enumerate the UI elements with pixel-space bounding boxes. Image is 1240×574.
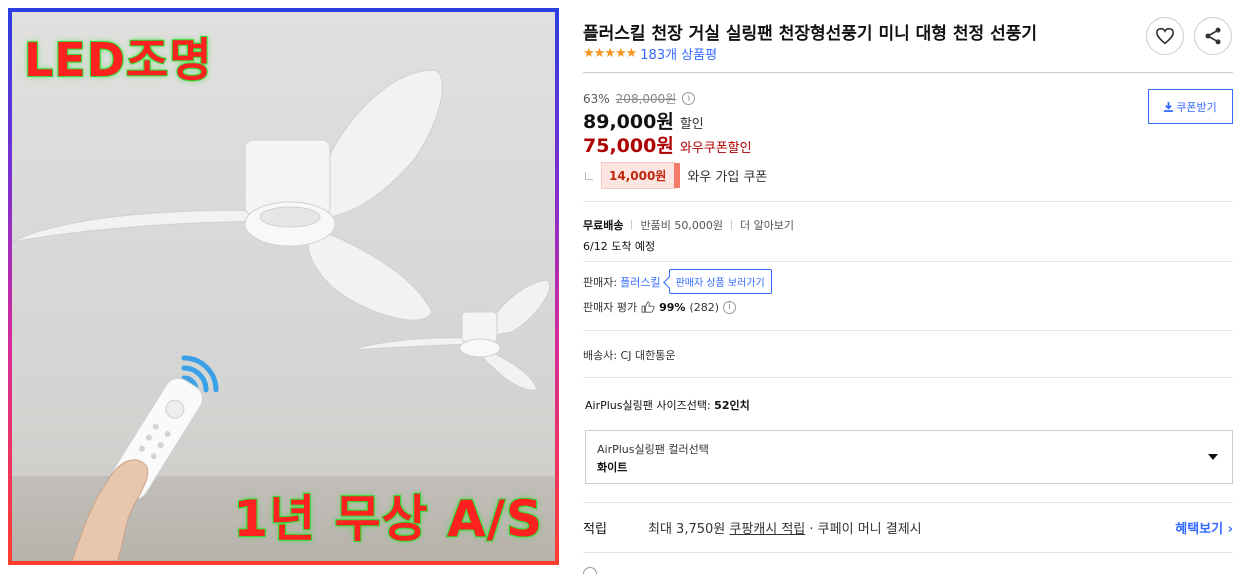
divider <box>583 72 1233 73</box>
sale-price: 89,000원 <box>583 111 674 133</box>
sale-price-suffix: 할인 <box>679 117 704 132</box>
seller-products-tooltip[interactable]: 판매자 상품 보러가기 <box>668 269 772 294</box>
separator <box>631 220 633 230</box>
share-icon <box>1205 27 1221 45</box>
wow-price: 75,000원 <box>583 135 674 157</box>
corner-bracket-icon <box>585 171 593 180</box>
size-option-value: 52인치 <box>714 399 750 412</box>
get-coupon-button[interactable]: 쿠폰받기 <box>1148 89 1233 124</box>
separator <box>730 220 732 230</box>
free-shipping-label: 무료배송 <box>583 219 624 232</box>
seller-rating-percent: 99% <box>659 300 686 314</box>
heart-icon <box>1155 27 1175 45</box>
rating-row: ★★★★★ 183개 상품평 <box>583 44 717 63</box>
coupon-label: 와우 가입 쿠폰 <box>687 170 768 185</box>
next-section-peek <box>583 567 597 574</box>
points-text: 최대 3,750원 쿠팡캐시 적립 · 쿠페이 머니 결제시 <box>648 518 922 537</box>
seller-rating-row: 판매자 평가 99% (282) i <box>583 299 737 315</box>
wow-price-suffix: 와우쿠폰할인 <box>679 141 752 156</box>
points-condition: · 쿠페이 머니 결제시 <box>809 522 922 537</box>
seller-info-icon[interactable]: i <box>723 300 737 314</box>
product-image[interactable]: LED조명 1년 무상 A/S <box>8 8 559 565</box>
promo-warranty-label: 1년 무상 A/S <box>232 489 543 549</box>
size-selection: AirPlus실링팬 사이즈선택: 52인치 <box>585 397 750 413</box>
wishlist-button[interactable] <box>1146 17 1184 55</box>
points-amount: 최대 3,750원 <box>648 522 726 537</box>
download-icon <box>1164 101 1174 112</box>
star-rating: ★★★★★ <box>583 46 637 61</box>
return-fee: 반품비 50,000원 <box>640 219 723 232</box>
wow-price-row: 75,000원 와우쿠폰할인 <box>583 131 752 158</box>
review-count-link[interactable]: 183개 상품평 <box>640 44 717 63</box>
seller-row: 판매자: 플러스킬 판매자 상품 보러가기 <box>583 269 772 294</box>
divider <box>583 330 1233 331</box>
get-coupon-label: 쿠폰받기 <box>1176 101 1217 114</box>
color-option-label: AirPlus실링팬 컬러선택 <box>597 443 709 456</box>
color-option-dropdown[interactable]: AirPlus실링팬 컬러선택 화이트 <box>585 430 1233 484</box>
color-option-value: 화이트 <box>597 461 628 474</box>
coupon-row: 14,000원 와우 가입 쿠폰 <box>583 162 767 189</box>
original-price: 208,000원 <box>615 92 677 106</box>
discount-rate: 63% <box>583 91 610 106</box>
arrival-date: 6/12 도착 예정 <box>583 240 656 253</box>
product-image-canvas: LED조명 1년 무상 A/S <box>12 12 555 561</box>
coupon-amount-badge: 14,000원 <box>601 162 681 189</box>
points-row: 적립 최대 3,750원 쿠팡캐시 적립 · 쿠페이 머니 결제시 혜택보기 › <box>583 518 1233 537</box>
chevron-down-icon <box>1208 454 1218 460</box>
hand <box>71 459 149 561</box>
seller-name-link[interactable]: 플러스킬 <box>620 274 660 290</box>
divider <box>583 201 1233 202</box>
coupang-cash-link[interactable]: 쿠팡캐시 적립 <box>729 522 805 537</box>
carrier-info: 배송사: CJ 대한통운 <box>583 349 676 362</box>
seller-rating-label: 판매자 평가 <box>583 301 638 314</box>
divider <box>583 261 1233 262</box>
discount-row: 63% 208,000원 i <box>583 90 696 107</box>
size-option-label: AirPlus실링팬 사이즈선택: <box>585 399 711 412</box>
radio-icon[interactable] <box>583 567 597 574</box>
price-info-icon[interactable]: i <box>682 92 696 105</box>
promo-led-label: LED조명 <box>23 32 213 88</box>
share-button[interactable] <box>1194 17 1232 55</box>
divider <box>583 502 1233 503</box>
shipping-row: 무료배송 반품비 50,000원 더 알아보기 <box>583 217 794 233</box>
seller-rating-count: (282) <box>689 300 720 314</box>
view-benefits-link[interactable]: 혜택보기 › <box>1175 518 1233 537</box>
product-title: 플러스킬 천장 거실 실링팬 천장형선풍기 미니 대형 천정 선풍기 <box>583 24 1037 44</box>
thumbs-up-icon <box>641 301 655 313</box>
learn-more-link[interactable]: 더 알아보기 <box>740 217 794 233</box>
large-fan <box>12 69 443 321</box>
points-label: 적립 <box>583 522 607 537</box>
sale-price-row: 89,000원 할인 <box>583 107 704 134</box>
product-info-panel: 플러스킬 천장 거실 실링팬 천장형선풍기 미니 대형 천정 선풍기 ★★★★★… <box>583 0 1233 574</box>
seller-label: 판매자: <box>583 275 618 289</box>
divider <box>583 552 1233 553</box>
divider <box>583 377 1233 378</box>
